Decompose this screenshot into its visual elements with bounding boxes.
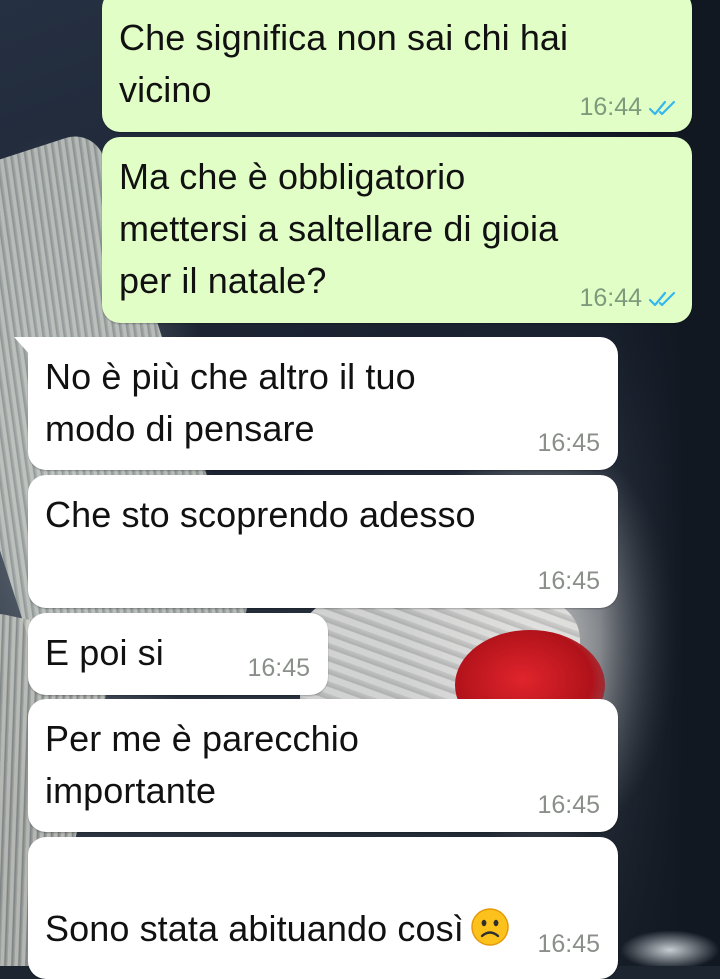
message-time: 16:45 — [537, 930, 600, 958]
message-meta: 16:45 — [537, 429, 600, 458]
message-time: 16:45 — [247, 654, 310, 682]
message-bubble-outgoing[interactable]: Che significa non sai chi hai vicino 16:… — [102, 0, 692, 132]
message-text: Ma che è obbligatorio mettersi a saltell… — [119, 156, 559, 301]
bubble-tail — [14, 337, 32, 357]
message-bubble-incoming[interactable]: Che sto scoprendo adesso 16:45 — [28, 475, 618, 608]
frowning-face-icon — [471, 908, 509, 946]
message-bubble-incoming[interactable]: E poi si 16:45 — [28, 613, 328, 695]
message-meta: 16:45 — [537, 791, 600, 820]
message-bubble-outgoing[interactable]: Ma che è obbligatorio mettersi a saltell… — [102, 137, 692, 323]
message-bubble-incoming[interactable]: No è più che altro il tuo modo di pensar… — [14, 337, 618, 470]
message-bubble-incoming[interactable]: Per me è parecchio importante 16:45 — [28, 699, 618, 832]
message-bubble-incoming[interactable]: Sono stata abituando così 16:45 — [28, 837, 618, 979]
message-meta: 16:45 — [247, 654, 310, 683]
message-text: Che significa non sai chi hai vicino — [119, 17, 569, 110]
message-time: 16:44 — [579, 284, 642, 312]
message-text: Sono stata abituando così — [45, 908, 464, 949]
message-meta: 16:44 — [579, 284, 678, 313]
message-text: Per me è parecchio importante — [45, 718, 359, 811]
message-text: E poi si — [45, 632, 164, 673]
message-meta: 16:44 — [579, 93, 678, 122]
message-time: 16:45 — [537, 567, 600, 595]
message-time: 16:44 — [579, 93, 642, 121]
message-meta: 16:45 — [537, 930, 600, 959]
message-text: Che sto scoprendo adesso — [45, 494, 476, 535]
message-time: 16:45 — [537, 429, 600, 457]
message-time: 16:45 — [537, 791, 600, 819]
message-text: No è più che altro il tuo modo di pensar… — [45, 356, 416, 449]
read-double-tick-icon — [648, 100, 676, 115]
message-meta: 16:45 — [537, 567, 600, 596]
message-text-row: Sono stata abituando così — [45, 851, 510, 955]
read-double-tick-icon — [648, 291, 676, 306]
message-list[interactable]: Che significa non sai chi hai vicino 16:… — [0, 0, 720, 979]
